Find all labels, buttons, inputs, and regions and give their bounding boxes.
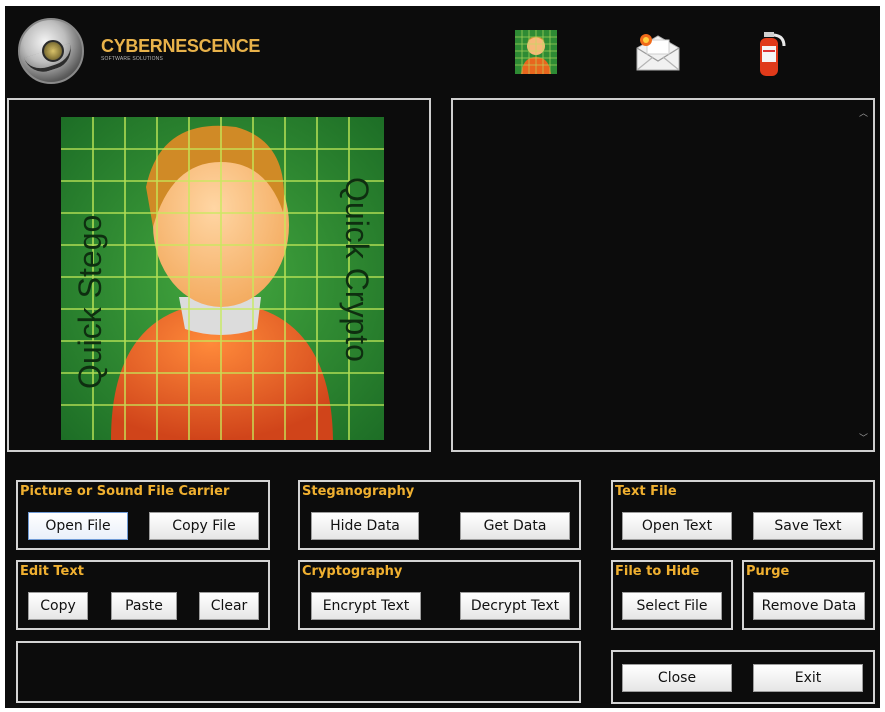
fire-extinguisher-icon[interactable] bbox=[750, 30, 792, 76]
open-text-button[interactable]: Open Text bbox=[622, 512, 732, 540]
vertical-scrollbar[interactable]: ︿ ﹀ bbox=[857, 102, 871, 448]
group-cryptography: Cryptography Encrypt Text Decrypt Text bbox=[298, 560, 581, 630]
group-carrier-title: Picture or Sound File Carrier bbox=[20, 484, 230, 499]
group-window-controls: Close Exit bbox=[611, 650, 875, 704]
get-data-button[interactable]: Get Data bbox=[460, 512, 570, 540]
scroll-down-icon[interactable]: ﹀ bbox=[859, 431, 868, 444]
logo-disc-icon bbox=[18, 18, 84, 84]
group-file-to-hide: File to Hide Select File bbox=[611, 560, 733, 630]
remove-data-button[interactable]: Remove Data bbox=[753, 592, 865, 620]
select-file-button[interactable]: Select File bbox=[622, 592, 722, 620]
stego-portrait-icon[interactable] bbox=[515, 30, 557, 74]
group-steganography-title: Steganography bbox=[302, 484, 415, 499]
clear-button[interactable]: Clear bbox=[199, 592, 259, 620]
preview-panel: Quick Stego Quick Crypto bbox=[7, 98, 431, 452]
carrier-image: Quick Stego Quick Crypto bbox=[61, 117, 384, 440]
hide-data-button[interactable]: Hide Data bbox=[311, 512, 419, 540]
group-file-to-hide-title: File to Hide bbox=[615, 564, 700, 579]
mail-icon[interactable] bbox=[635, 30, 680, 74]
group-edit-text-title: Edit Text bbox=[20, 564, 84, 579]
copy-file-button[interactable]: Copy File bbox=[149, 512, 259, 540]
text-output-area[interactable]: ︿ ﹀ bbox=[451, 98, 875, 452]
app-window: CYBERNESCENCE SOFTWARE SOLUTIONS Quick S… bbox=[5, 6, 880, 708]
group-cryptography-title: Cryptography bbox=[302, 564, 403, 579]
brand-name: CYBERNESCENCE bbox=[101, 36, 261, 56]
group-carrier: Picture or Sound File Carrier Open File … bbox=[16, 480, 270, 550]
encrypt-text-button[interactable]: Encrypt Text bbox=[311, 592, 421, 620]
paste-button[interactable]: Paste bbox=[111, 592, 177, 620]
caption-left: Quick Stego bbox=[72, 215, 108, 389]
save-text-button[interactable]: Save Text bbox=[753, 512, 863, 540]
group-edit-text: Edit Text Copy Paste Clear bbox=[16, 560, 270, 630]
open-file-button[interactable]: Open File bbox=[28, 512, 128, 540]
group-purge: Purge Remove Data bbox=[742, 560, 875, 630]
group-text-file: Text File Open Text Save Text bbox=[611, 480, 875, 550]
exit-button[interactable]: Exit bbox=[753, 664, 863, 692]
brand-subtitle: SOFTWARE SOLUTIONS bbox=[101, 56, 164, 62]
status-box bbox=[16, 641, 581, 703]
group-purge-title: Purge bbox=[746, 564, 790, 579]
group-text-file-title: Text File bbox=[615, 484, 677, 499]
group-steganography: Steganography Hide Data Get Data bbox=[298, 480, 581, 550]
copy-button[interactable]: Copy bbox=[28, 592, 88, 620]
decrypt-text-button[interactable]: Decrypt Text bbox=[460, 592, 570, 620]
close-button[interactable]: Close bbox=[622, 664, 732, 692]
caption-right: Quick Crypto bbox=[339, 177, 375, 362]
scroll-up-icon[interactable]: ︿ bbox=[859, 106, 868, 119]
